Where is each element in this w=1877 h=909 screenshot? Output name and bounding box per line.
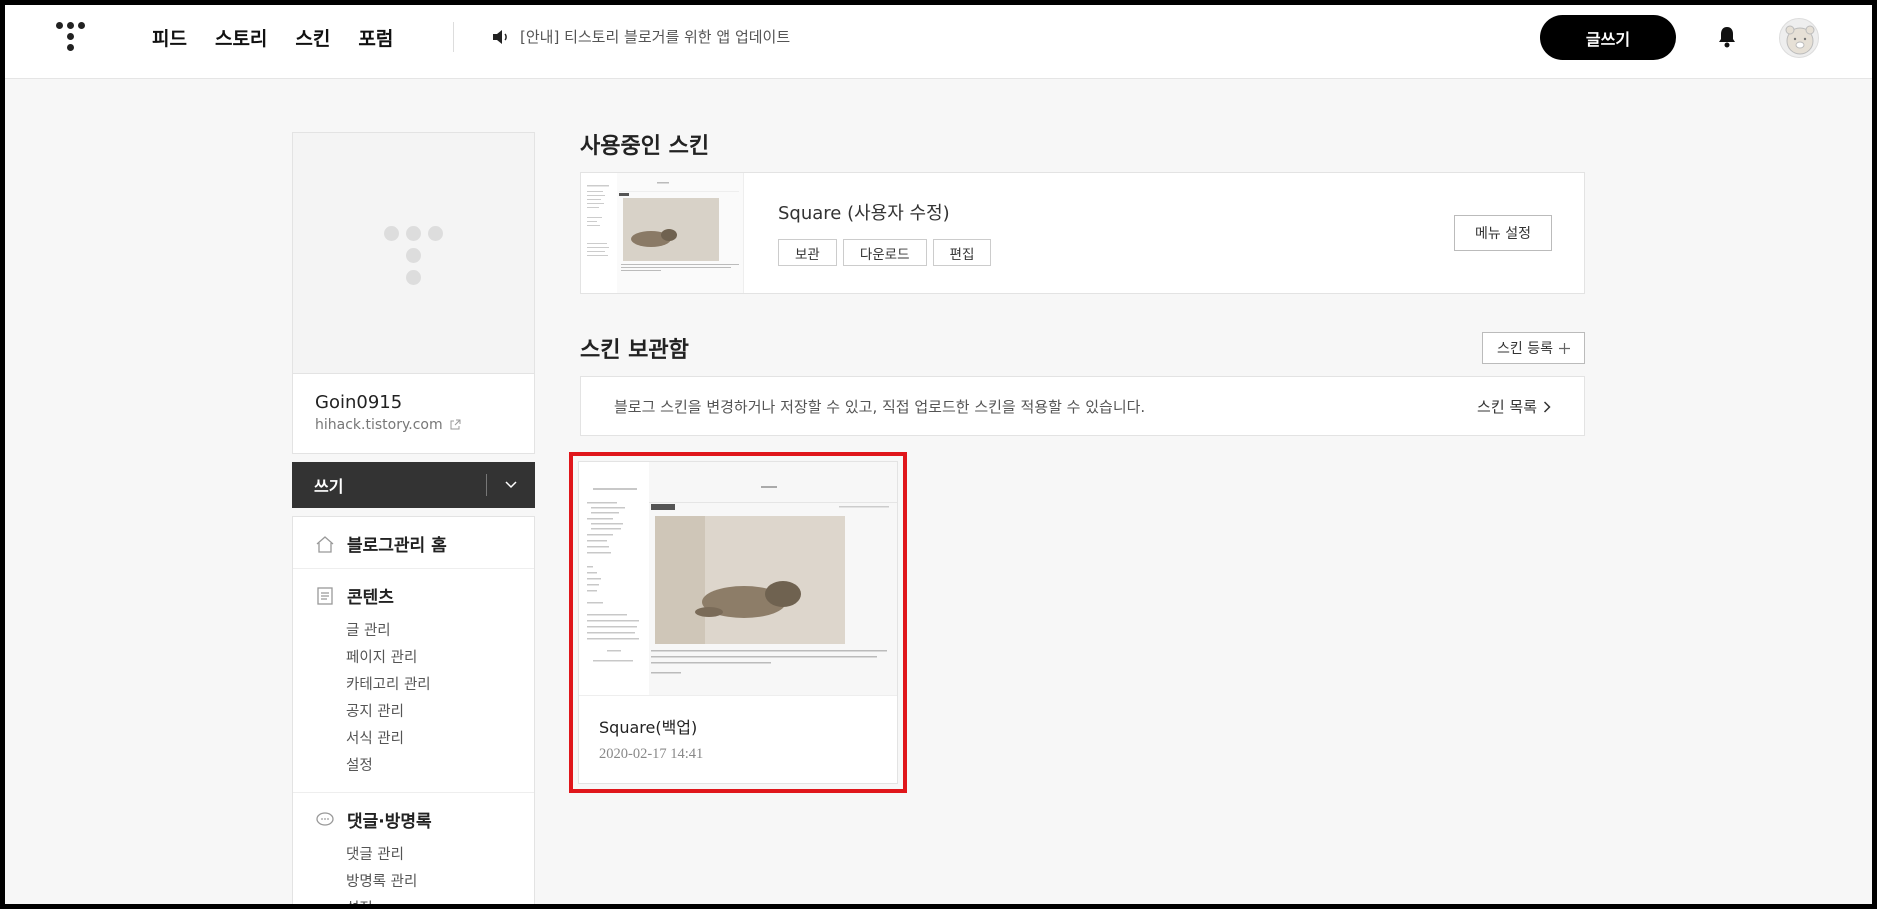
speech-bubble-icon bbox=[316, 811, 334, 826]
chevron-right-icon bbox=[1543, 400, 1551, 413]
speaker-icon bbox=[493, 29, 507, 44]
skin-list-label: 스킨 목록 bbox=[1477, 398, 1537, 416]
sidebar-item-comments[interactable]: 댓글·방명록 bbox=[293, 807, 534, 832]
menu-section-contents: 콘텐츠 글 관리 페이지 관리 카테고리 관리 공지 관리 서식 관리 설정 bbox=[293, 569, 534, 793]
current-skin-title: 사용중인 스킨 bbox=[580, 134, 710, 159]
current-skin-thumbnail bbox=[581, 173, 744, 293]
sidebar: Goin0915 hihack.tistory.com 쓰기 블로그관리 홈 콘… bbox=[292, 132, 535, 909]
sidebar-item-comments-settings[interactable]: 설정 bbox=[346, 896, 534, 909]
contents-label: 콘텐츠 bbox=[347, 588, 394, 608]
top-bar: 피드 스토리 스킨 포럼 [안내] 티스토리 블로거를 위한 앱 업데이트 글쓰… bbox=[0, 0, 1877, 79]
stored-skin-name: Square(백업) bbox=[599, 718, 698, 737]
document-icon bbox=[317, 586, 333, 605]
main-nav: 피드 스토리 스킨 포럼 bbox=[152, 24, 393, 51]
stored-skin-preview bbox=[579, 462, 897, 696]
skin-info-bar: 블로그 스킨을 변경하거나 저장할 수 있고, 직접 업로드한 스킨을 적용할 … bbox=[580, 376, 1585, 436]
nav-forum[interactable]: 포럼 bbox=[358, 24, 393, 51]
blog-url-link[interactable]: hihack.tistory.com bbox=[315, 417, 534, 433]
avatar-bear-icon bbox=[1785, 25, 1815, 55]
stored-skin-highlight: Square(백업) 2020-02-17 14:41 bbox=[569, 452, 907, 793]
notice-link[interactable]: [안내] 티스토리 블로거를 위한 앱 업데이트 bbox=[492, 26, 790, 47]
contents-submenu: 글 관리 페이지 관리 카테고리 관리 공지 관리 서식 관리 설정 bbox=[293, 618, 534, 780]
download-button[interactable]: 다운로드 bbox=[842, 239, 927, 266]
notice-text: [안내] 티스토리 블로거를 위한 앱 업데이트 bbox=[520, 28, 791, 46]
menu-settings-button[interactable]: 메뉴 설정 bbox=[1454, 215, 1552, 251]
write-label: 쓰기 bbox=[314, 477, 344, 496]
current-skin-name: Square (사용자 수정) bbox=[778, 203, 950, 224]
sidebar-item-template-manage[interactable]: 서식 관리 bbox=[346, 726, 534, 753]
tistory-logo-icon[interactable] bbox=[56, 22, 86, 52]
register-skin-label: 스킨 등록 bbox=[1497, 341, 1553, 357]
register-skin-button[interactable]: 스킨 등록 bbox=[1482, 332, 1585, 364]
sidebar-item-contents[interactable]: 콘텐츠 bbox=[293, 583, 534, 608]
stored-skin-card[interactable]: Square(백업) 2020-02-17 14:41 bbox=[578, 461, 898, 784]
sidebar-item-contents-settings[interactable]: 설정 bbox=[346, 753, 534, 780]
blog-name: Goin0915 bbox=[315, 392, 403, 413]
write-bar-divider bbox=[486, 474, 487, 496]
menu-section-home: 블로그관리 홈 bbox=[293, 517, 534, 569]
skin-storage-header: 스킨 보관함 스킨 등록 bbox=[580, 332, 1585, 364]
nav-story[interactable]: 스토리 bbox=[215, 24, 267, 51]
write-menu-bar[interactable]: 쓰기 bbox=[292, 462, 535, 508]
nav-skin[interactable]: 스킨 bbox=[295, 24, 330, 51]
external-link-icon bbox=[450, 419, 461, 430]
current-skin-actions: 보관 다운로드 편집 bbox=[778, 239, 992, 266]
write-post-button[interactable]: 글쓰기 bbox=[1540, 15, 1676, 60]
edit-button[interactable]: 편집 bbox=[932, 239, 992, 266]
skin-list-link[interactable]: 스킨 목록 bbox=[1477, 396, 1551, 417]
sidebar-item-post-manage[interactable]: 글 관리 bbox=[346, 618, 534, 645]
chevron-down-icon[interactable] bbox=[503, 476, 519, 492]
user-avatar[interactable] bbox=[1779, 18, 1819, 58]
sidebar-item-page-manage[interactable]: 페이지 관리 bbox=[346, 645, 534, 672]
sidebar-item-comment-manage[interactable]: 댓글 관리 bbox=[346, 842, 534, 869]
blog-url-text: hihack.tistory.com bbox=[315, 417, 443, 433]
blog-profile-image[interactable] bbox=[293, 133, 534, 374]
sidebar-item-home[interactable]: 블로그관리 홈 bbox=[293, 531, 534, 556]
plus-icon bbox=[1559, 342, 1570, 354]
skin-preview-image bbox=[581, 173, 739, 293]
sidebar-item-notice-manage[interactable]: 공지 관리 bbox=[346, 699, 534, 726]
stored-skin-date: 2020-02-17 14:41 bbox=[599, 746, 704, 762]
sidebar-item-category-manage[interactable]: 카테고리 관리 bbox=[346, 672, 534, 699]
comments-label: 댓글·방명록 bbox=[347, 812, 432, 832]
comments-submenu: 댓글 관리 방명록 관리 설정 bbox=[293, 842, 534, 909]
skin-info-text: 블로그 스킨을 변경하거나 저장할 수 있고, 직접 업로드한 스킨을 적용할 … bbox=[614, 398, 1146, 416]
skin-preview-image bbox=[579, 462, 897, 695]
home-icon bbox=[316, 535, 334, 553]
blog-profile-card: Goin0915 hihack.tistory.com bbox=[292, 132, 535, 454]
nav-feed[interactable]: 피드 bbox=[152, 24, 187, 51]
archive-button[interactable]: 보관 bbox=[778, 239, 837, 266]
home-label: 블로그관리 홈 bbox=[347, 536, 447, 556]
notification-bell-icon[interactable] bbox=[1716, 25, 1738, 49]
nav-divider bbox=[453, 22, 454, 52]
sidebar-item-guestbook-manage[interactable]: 방명록 관리 bbox=[346, 869, 534, 896]
current-skin-card: Square (사용자 수정) 보관 다운로드 편집 메뉴 설정 bbox=[580, 172, 1585, 294]
menu-section-comments: 댓글·방명록 댓글 관리 방명록 관리 설정 bbox=[293, 793, 534, 909]
sidebar-menu: 블로그관리 홈 콘텐츠 글 관리 페이지 관리 카테고리 관리 공지 관리 서식… bbox=[292, 516, 535, 909]
skin-storage-title: 스킨 보관함 bbox=[580, 338, 689, 363]
main-content: 사용중인 스킨 Square (사용자 수정) 보관 다운로드 편집 메뉴 설정… bbox=[580, 128, 1585, 436]
